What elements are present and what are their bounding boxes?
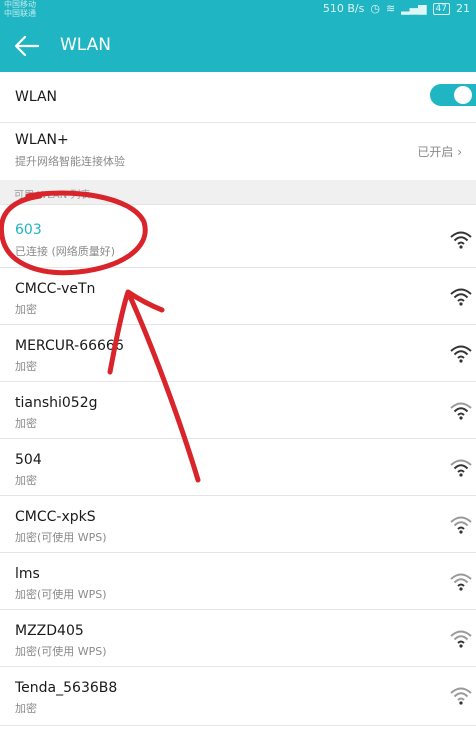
section-title: 可用 WLAN 列表 — [14, 190, 91, 201]
network-item[interactable]: tianshi052g 加密 — [0, 382, 476, 439]
wlan-plus-status: 已开启 › — [417, 145, 462, 159]
page-title: WLAN — [60, 35, 112, 55]
carrier-1: 中国移动 — [4, 0, 36, 9]
arrow-left-icon[interactable] — [14, 34, 40, 58]
wifi-lock-icon — [450, 345, 472, 363]
signal-icon: ▂▄▆ — [401, 2, 427, 15]
network-security: 加密(可使用 WPS) — [15, 531, 107, 544]
network-security: 加密 — [15, 360, 37, 373]
network-name: lms — [15, 566, 40, 582]
carrier-2: 中国联通 — [4, 9, 36, 18]
wifi-lock-icon — [450, 288, 472, 306]
network-security: 加密 — [15, 417, 37, 430]
network-security: 加密 — [15, 702, 37, 715]
status-bar: 中国移动 中国联通 510 B/s ◷ ≋ ▂▄▆ 47 21 — [0, 0, 476, 20]
wlan-plus-row[interactable]: WLAN+ 提升网络智能连接体验 已开启 › — [0, 123, 476, 181]
network-security: 加密(可使用 WPS) — [15, 588, 107, 601]
network-name: MZZD405 — [15, 623, 84, 639]
status-right: 510 B/s ◷ ≋ ▂▄▆ 47 21 — [323, 2, 470, 15]
network-item[interactable]: CMCC-xpkS 加密(可使用 WPS) — [0, 496, 476, 553]
wifi-lock-icon — [450, 402, 472, 420]
clock: 21 — [456, 2, 470, 15]
wlan-switch[interactable] — [430, 84, 476, 106]
wifi-status-icon: ≋ — [385, 2, 396, 15]
network-item[interactable]: MZZD405 加密(可使用 WPS) — [0, 610, 476, 667]
network-name: CMCC-xpkS — [15, 509, 96, 525]
network-security: 加密 — [15, 474, 37, 487]
network-name: CMCC-veTn — [15, 281, 96, 297]
network-item[interactable]: CMCC-veTn 加密 — [0, 268, 476, 325]
network-name: 603 — [15, 222, 42, 238]
network-name: Tenda_5636B8 — [15, 680, 118, 696]
wifi-lock-icon — [450, 459, 472, 477]
network-speed: 510 B/s — [322, 2, 365, 15]
wlan-plus-description: 提升网络智能连接体验 — [15, 155, 125, 168]
app-bar: WLAN — [0, 20, 476, 72]
wlan-toggle-label: WLAN — [15, 89, 58, 105]
network-list-header: 可用 WLAN 列表 — [0, 180, 476, 205]
network-security: 加密 — [15, 303, 37, 316]
wifi-lock-icon — [450, 516, 472, 534]
wifi-lock-icon — [450, 687, 472, 705]
network-name: tianshi052g — [15, 395, 98, 411]
carrier-labels: 中国移动 中国联通 — [4, 0, 36, 18]
alarm-icon: ◷ — [370, 2, 380, 15]
wifi-signal-icon — [450, 231, 472, 249]
network-security: 加密(可使用 WPS) — [15, 645, 107, 658]
battery-level: 47 — [432, 2, 450, 15]
wlan-plus-label: WLAN+ — [15, 132, 69, 148]
network-status: 已连接 (网络质量好) — [15, 245, 116, 258]
network-name: 504 — [15, 452, 42, 468]
wlan-toggle-row[interactable]: WLAN — [0, 72, 476, 123]
switch-knob — [454, 86, 472, 104]
network-item[interactable]: Tenda_5636B8 加密 — [0, 667, 476, 726]
network-name: MERCUR-66666 — [15, 338, 124, 354]
network-item-603[interactable]: 603 已连接 (网络质量好) — [0, 205, 476, 268]
network-item[interactable]: lms 加密(可使用 WPS) — [0, 553, 476, 610]
network-item[interactable]: 504 加密 — [0, 439, 476, 496]
chevron-right-icon: › — [453, 145, 462, 159]
wifi-lock-icon — [450, 573, 472, 591]
wifi-lock-icon — [450, 630, 472, 648]
network-item[interactable]: MERCUR-66666 加密 — [0, 325, 476, 382]
